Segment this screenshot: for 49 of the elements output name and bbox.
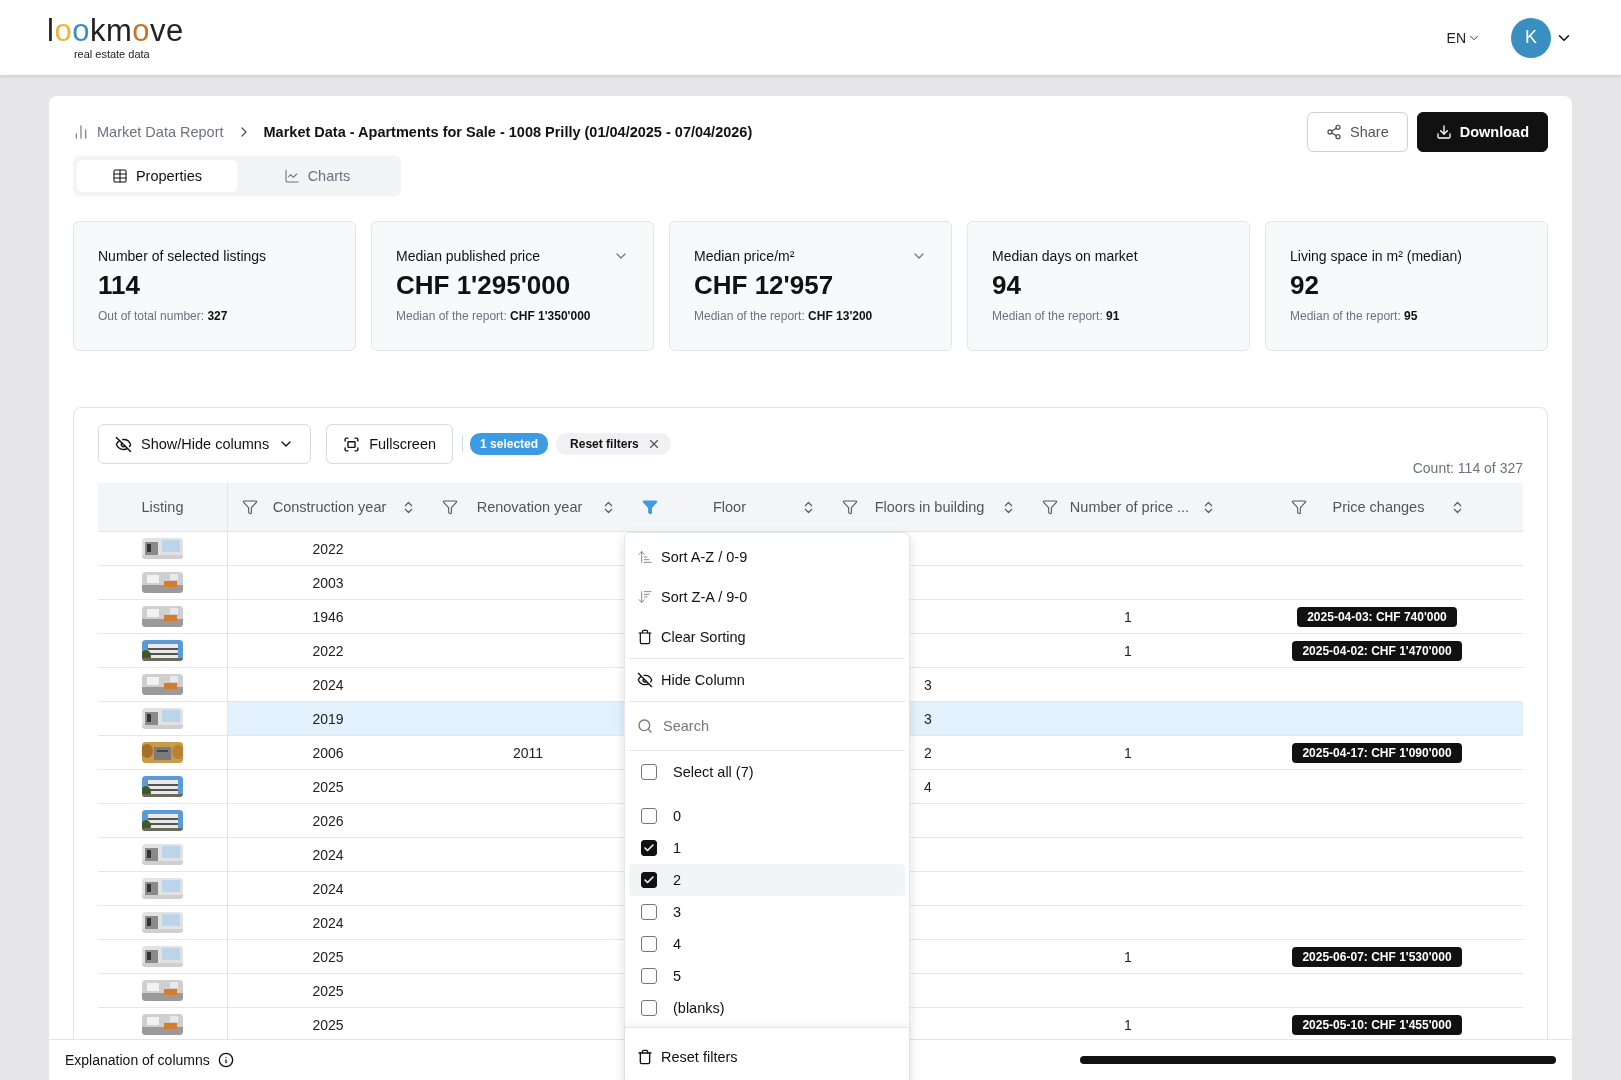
stat-title: Median days on market xyxy=(992,248,1138,264)
selected-count-badge: 1 selected xyxy=(470,433,549,455)
table-cell: 2025 xyxy=(312,1016,344,1033)
stat-title: Median price/m² xyxy=(694,248,795,264)
stat-title: Living space in m² (median) xyxy=(1290,248,1462,264)
stat-value: 94 xyxy=(992,270,1022,301)
stat-title: Number of selected listings xyxy=(98,248,267,264)
stat-value: 92 xyxy=(1290,270,1320,301)
stat-value: CHF 1'295'000 xyxy=(396,270,572,301)
table-cell: 2025 xyxy=(312,982,344,999)
stat-title: Median published price xyxy=(396,248,540,264)
stat-note: Median of the report: 91 xyxy=(992,309,1121,323)
stat-value: CHF 12'957 xyxy=(694,270,835,301)
stat-note: Median of the report: 95 xyxy=(1290,309,1419,323)
price-change-tag: 2025-04-02: CHF 1'470'000 xyxy=(1292,640,1462,661)
price-change-tag: 2025-04-17: CHF 1'090'000 xyxy=(1292,742,1462,763)
table-cell: 2006 xyxy=(312,744,344,761)
table-cell: 1 xyxy=(1124,608,1132,625)
stat-value: 114 xyxy=(98,270,141,301)
table-cell: 2022 xyxy=(312,540,344,557)
price-change-tag: 2025-06-07: CHF 1'530'000 xyxy=(1292,946,1462,967)
row-count: Count: 114 of 327 xyxy=(1412,460,1523,476)
stat-note: Median of the report: CHF 13'200 xyxy=(694,309,874,323)
table-cell: 2019 xyxy=(312,710,344,727)
logo-tagline: real estate data xyxy=(73,48,150,60)
table-cell: 2 xyxy=(924,744,932,761)
table-cell: 3 xyxy=(924,676,932,693)
table-cell: 1 xyxy=(1124,744,1132,761)
stat-note: Median of the report: CHF 1'350'000 xyxy=(396,309,592,323)
breadcrumb-current: Market Data - Apartments for Sale - 1008 Prilly (01/04/2025 - 07/04/2026) xyxy=(263,124,753,140)
table-cell: 1946 xyxy=(312,608,344,625)
table-cell: 2026 xyxy=(312,812,344,829)
table-cell: 1 xyxy=(1124,642,1132,659)
table-cell: 3 xyxy=(924,710,932,727)
table-cell: 2024 xyxy=(312,914,344,931)
stat-note: Out of total number: 327 xyxy=(98,309,229,323)
table-cell: 4 xyxy=(924,778,932,795)
table-cell: 2003 xyxy=(312,574,344,591)
table-cell: 2011 xyxy=(512,744,544,761)
table-cell: 2024 xyxy=(312,880,344,897)
table-cell: 1 xyxy=(1124,1016,1132,1033)
table-cell: 2022 xyxy=(312,642,344,659)
table-cell: 2024 xyxy=(312,846,344,863)
table-cell: 2025 xyxy=(312,778,344,795)
table-cell: 1 xyxy=(1124,948,1132,965)
table-cell: 2024 xyxy=(312,676,344,693)
price-change-tag: 2025-05-10: CHF 1'455'000 xyxy=(1292,1014,1462,1035)
price-change-tag: 2025-04-03: CHF 740'000 xyxy=(1297,606,1457,627)
table-cell: 2025 xyxy=(312,948,344,965)
